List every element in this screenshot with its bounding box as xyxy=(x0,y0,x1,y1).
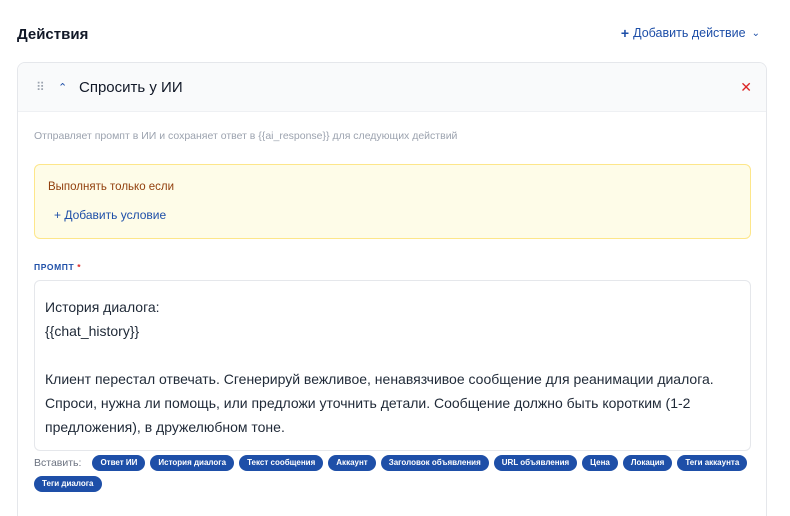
condition-box: Выполнять только если + Добавить условие xyxy=(34,164,751,239)
variable-chip[interactable]: Локация xyxy=(622,455,673,471)
prompt-textarea[interactable]: История диалога: {{chat_history}} Клиент… xyxy=(34,280,751,451)
section-title: Действия xyxy=(17,26,89,43)
action-card-header[interactable]: ⠿ ⌃ Спросить у ИИ ✕ xyxy=(18,63,766,112)
variable-chip[interactable]: Цена xyxy=(582,455,618,471)
prompt-label: ПРОМПТ * xyxy=(34,262,81,272)
add-action-button[interactable]: + Добавить действие ⌄ xyxy=(621,26,760,40)
variable-chip[interactable]: История диалога xyxy=(150,455,235,471)
variable-chip[interactable]: URL объявления xyxy=(493,455,578,471)
condition-label: Выполнять только если xyxy=(48,181,175,193)
required-mark: * xyxy=(77,262,82,272)
add-condition-button[interactable]: + Добавить условие xyxy=(54,208,166,222)
variable-chip[interactable]: Заголовок объявления xyxy=(380,455,489,471)
variable-chip[interactable]: Текст сообщения xyxy=(239,455,324,471)
close-icon[interactable]: ✕ xyxy=(740,79,752,96)
add-action-label: Добавить действие xyxy=(633,26,746,40)
drag-handle-icon[interactable]: ⠿ xyxy=(36,80,48,94)
prompt-label-text: ПРОМПТ xyxy=(34,262,75,272)
plus-icon: + xyxy=(620,25,630,41)
action-card: ⠿ ⌃ Спросить у ИИ ✕ Отправляет промпт в … xyxy=(17,62,767,516)
insert-label: Вставить: xyxy=(34,457,82,469)
insert-variables-row: Вставить: Ответ ИИ История диалога Текст… xyxy=(34,455,754,492)
chevron-up-icon[interactable]: ⌃ xyxy=(58,81,70,94)
chevron-down-icon: ⌄ xyxy=(751,27,760,39)
action-description: Отправляет промпт в ИИ и сохраняет ответ… xyxy=(34,130,458,142)
variable-chip[interactable]: Ответ ИИ xyxy=(92,455,146,471)
variable-chip[interactable]: Теги аккаунта xyxy=(677,455,748,471)
variable-chip[interactable]: Теги диалога xyxy=(34,476,102,492)
variable-chip[interactable]: Аккаунт xyxy=(328,455,376,471)
action-title: Спросить у ИИ xyxy=(79,78,183,96)
